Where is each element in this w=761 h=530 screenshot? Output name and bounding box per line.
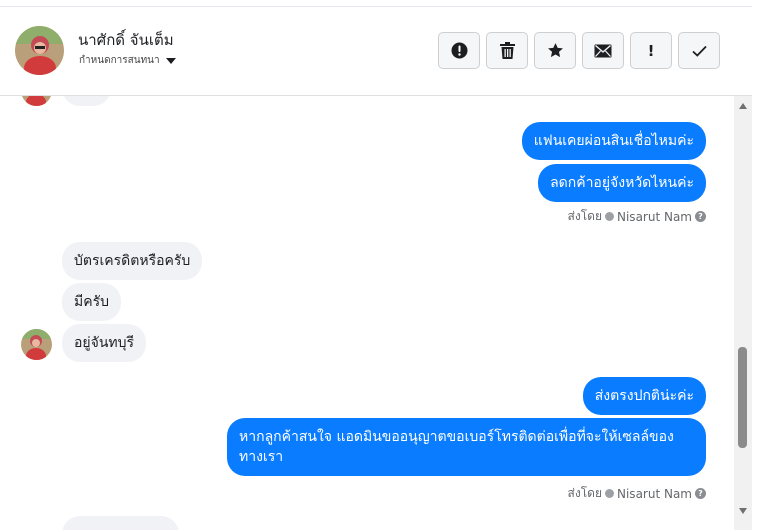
star-icon	[547, 43, 563, 58]
conversation-settings-dropdown[interactable]: กำหนดการสนทนา	[79, 53, 176, 68]
contact-avatar-small	[21, 96, 52, 106]
star-button[interactable]	[534, 32, 576, 69]
exclamation-circle-icon	[451, 42, 467, 59]
message-bubble-outgoing[interactable]: ส่งตรงปกติน่ะค่ะ	[582, 377, 706, 415]
check-icon	[691, 45, 707, 57]
help-icon[interactable]: ?	[695, 211, 706, 222]
sent-by-line: ส่งโดย Nisarut Nam ?	[568, 207, 706, 226]
sender-name[interactable]: Nisarut Nam	[617, 210, 692, 224]
sent-by-prefix: ส่งโดย	[567, 209, 602, 223]
follow-up-button[interactable]: !	[630, 32, 672, 69]
contact-avatar-small[interactable]	[21, 329, 52, 360]
follow-up-label: !	[647, 41, 655, 60]
scrollbar-thumb[interactable]	[738, 347, 747, 448]
conversation-settings-label: กำหนดการสนทนา	[79, 55, 160, 66]
message-bubble-incoming[interactable]: บัตรเครดิตหรือครับ	[62, 242, 203, 280]
message-bubble-outgoing[interactable]: แฟนเคยผ่อนสินเชื่อไหมค่ะ	[521, 122, 706, 160]
contact-avatar[interactable]	[15, 26, 64, 75]
help-icon[interactable]: ?	[695, 488, 706, 499]
contact-name[interactable]: นาศักดิ์ จันเต็ม	[78, 28, 174, 52]
vertical-scrollbar[interactable]	[734, 96, 752, 530]
page-badge-icon	[605, 489, 614, 498]
message-bubble-incoming[interactable]	[62, 516, 179, 530]
delete-button[interactable]	[486, 32, 528, 69]
scroll-down-arrow-icon[interactable]	[739, 508, 747, 514]
inbox-frame: นาศักดิ์ จันเต็ม กำหนดการสนทนา ! แฟนเคยผ…	[0, 0, 752, 530]
caret-down-icon	[165, 57, 176, 64]
conversation-toolbar: !	[438, 32, 720, 69]
message-bubble-incoming[interactable]: อยู่จันทบุรี	[62, 324, 147, 362]
page-badge-icon	[605, 212, 614, 221]
top-strip	[0, 0, 752, 7]
sender-name[interactable]: Nisarut Nam	[617, 487, 692, 501]
mark-done-button[interactable]	[678, 32, 720, 69]
conversation-header: นาศักดิ์ จันเต็ม กำหนดการสนทนา !	[0, 7, 752, 96]
sent-by-line: ส่งโดย Nisarut Nam ?	[568, 484, 706, 503]
envelope-icon	[594, 44, 612, 57]
sent-by-prefix: ส่งโดย	[567, 486, 602, 500]
mark-unread-button[interactable]	[582, 32, 624, 69]
mark-spam-button[interactable]	[438, 32, 480, 69]
message-bubble-incoming[interactable]: มีครับ	[62, 283, 121, 321]
trash-icon	[499, 42, 515, 59]
message-bubble-incoming[interactable]	[62, 96, 111, 106]
message-bubble-outgoing[interactable]: หากลูกค้าสนใจ แอดมินขออนุญาตขอเบอร์โทรติ…	[227, 418, 706, 476]
message-thread[interactable]: แฟนเคยผ่อนสินเชื่อไหมค่ะ ลดกค้าอยู่จังหว…	[0, 96, 734, 530]
scroll-up-arrow-icon[interactable]	[739, 103, 747, 109]
message-bubble-outgoing[interactable]: ลดกค้าอยู่จังหวัดไหนค่ะ	[538, 164, 706, 202]
